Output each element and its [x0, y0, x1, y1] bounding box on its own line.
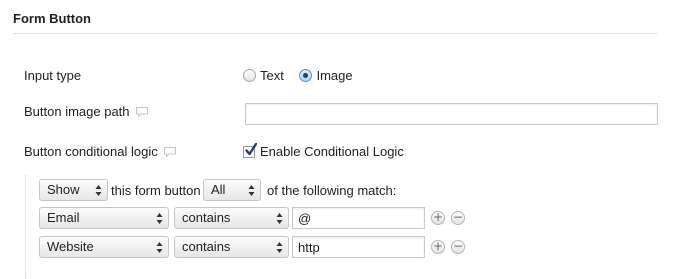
checkmark-icon	[245, 143, 257, 156]
updown-arrows-icon	[276, 213, 283, 224]
action-select[interactable]: Show	[39, 179, 108, 201]
image-path-label-row: Button image path	[24, 104, 148, 119]
logic-tail-text: of the following match:	[267, 183, 397, 198]
radio-image[interactable]	[299, 69, 313, 82]
remove-rule-button[interactable]: −	[451, 211, 465, 225]
updown-arrows-icon	[156, 213, 163, 224]
conditional-label-row: Button conditional logic	[24, 144, 176, 159]
updown-arrows-icon	[248, 185, 255, 196]
rule-value-input[interactable]	[292, 207, 425, 229]
rule-operator-select[interactable]: contains	[174, 236, 289, 258]
radio-text[interactable]	[243, 69, 256, 82]
input-type-label: Input type	[24, 68, 82, 83]
radio-option-image[interactable]: Image	[299, 68, 353, 83]
rule-value-input[interactable]	[292, 236, 425, 258]
image-path-input[interactable]	[245, 103, 658, 125]
enable-conditional-logic-label[interactable]: Enable Conditional Logic	[260, 144, 404, 159]
enable-conditional-logic-option[interactable]: Enable Conditional Logic	[243, 143, 404, 159]
section-divider	[13, 33, 657, 34]
enable-conditional-logic-checkbox[interactable]	[243, 143, 257, 158]
add-rule-button[interactable]: +	[431, 240, 445, 254]
speech-bubble-icon[interactable]	[163, 147, 176, 157]
radio-text-label[interactable]: Text	[260, 68, 284, 83]
match-select[interactable]: All	[203, 179, 261, 201]
rule-field-select[interactable]: Email	[39, 207, 169, 229]
section-title: Form Button	[13, 11, 91, 26]
radio-option-text[interactable]: Text	[243, 68, 287, 83]
match-select-value: All	[211, 182, 226, 197]
rule-field-value: Website	[47, 239, 94, 254]
add-rule-button[interactable]: +	[431, 211, 445, 225]
remove-rule-button[interactable]: −	[451, 240, 465, 254]
rule-field-value: Email	[47, 210, 80, 225]
action-select-value: Show	[47, 182, 80, 197]
radio-image-label[interactable]: Image	[316, 68, 352, 83]
speech-bubble-icon[interactable]	[135, 107, 148, 117]
rule-operator-value: contains	[182, 210, 231, 225]
image-path-label: Button image path	[24, 104, 130, 119]
logic-middle-text: this form button	[111, 183, 201, 198]
updown-arrows-icon	[276, 242, 283, 253]
input-type-radio-group: Text Image	[243, 68, 365, 83]
updown-arrows-icon	[95, 185, 102, 196]
rule-field-select[interactable]: Website	[39, 236, 169, 258]
updown-arrows-icon	[156, 242, 163, 253]
conditional-logic-label: Button conditional logic	[24, 144, 158, 159]
rule-operator-value: contains	[182, 239, 231, 254]
rule-operator-select[interactable]: contains	[174, 207, 289, 229]
